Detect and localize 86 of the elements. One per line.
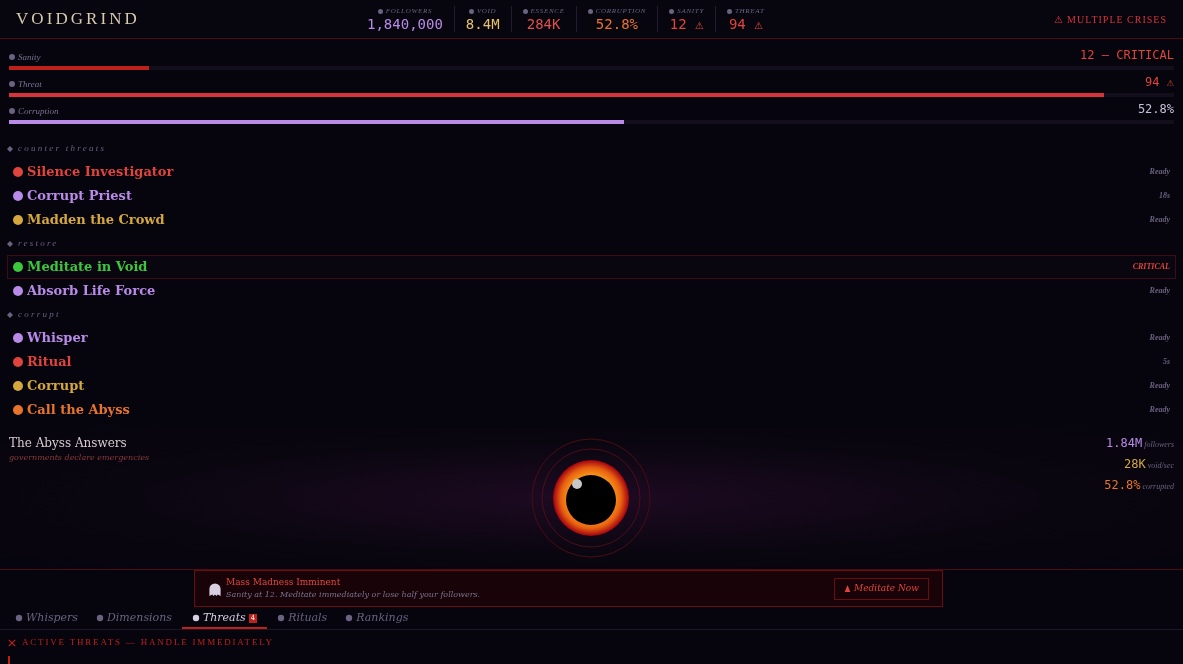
- section-title: restore: [18, 236, 59, 250]
- section-title: corrupt: [18, 307, 61, 321]
- action-name: Meditate in Void: [27, 258, 148, 277]
- abyss-stat-value: 52.8%: [1104, 477, 1141, 494]
- meter-reading: 52.8%: [1137, 101, 1174, 118]
- action-name: Silence Investigator: [27, 163, 174, 182]
- abyss-stat-value: 28K: [1124, 456, 1146, 473]
- meter-label: Threat: [18, 77, 42, 91]
- dot-icon: [669, 8, 675, 14]
- meter-reading: 12 — CRITICAL: [1080, 47, 1174, 64]
- dot-icon: [587, 8, 593, 14]
- tab-label: Rankings: [356, 609, 409, 626]
- action-status: Ready: [1149, 380, 1170, 392]
- stat-value: 284K: [526, 16, 561, 33]
- action-name: Corrupt Priest: [27, 187, 132, 206]
- dot-icon: [96, 614, 104, 622]
- notification-message: Sanity at 12. Meditate immediately or lose half your followers.: [226, 589, 481, 602]
- abyss-stat-value: 1.84M: [1106, 435, 1143, 452]
- diamond-icon: [7, 311, 13, 318]
- action-row[interactable]: Call the Abyss Ready: [7, 398, 1176, 422]
- action-status: CRITICAL: [1132, 261, 1170, 273]
- threat-marker: [8, 656, 10, 664]
- action-name: Whisper: [27, 329, 88, 348]
- app-title: VOIDGRIND: [16, 8, 141, 31]
- dot-icon: [377, 8, 383, 14]
- ghost-icon: [208, 581, 222, 596]
- tab-label: Rituals: [288, 609, 328, 626]
- tab-label: Threats: [202, 609, 246, 626]
- tab[interactable]: Whispers: [7, 609, 86, 629]
- tab[interactable]: Dimensions: [88, 609, 180, 629]
- abyss-stat-unit: corrupted: [1142, 481, 1174, 493]
- action-status: Ready: [1149, 214, 1170, 226]
- action-name: Madden the Crowd: [27, 211, 165, 230]
- action-name: Call the Abyss: [27, 401, 130, 420]
- tab[interactable]: Rituals: [269, 609, 336, 629]
- action-row[interactable]: Silence Investigator Ready: [7, 160, 1176, 184]
- abyss-stat-unit: void/sec: [1147, 460, 1174, 472]
- dot-icon: [9, 108, 15, 115]
- section-title: counter threats: [18, 141, 107, 155]
- abyss-title: The Abyss Answers: [9, 435, 128, 452]
- stat-value: 1,840,000: [367, 16, 443, 33]
- diamond-icon: [7, 240, 13, 247]
- abyss-subtitle: governments declare emergencies: [9, 452, 150, 464]
- stat-value: 8.4M: [465, 16, 500, 33]
- dot-icon: [191, 614, 200, 622]
- dot-icon: [522, 8, 528, 14]
- stat-value: 52.8%: [595, 16, 638, 33]
- stat-value: 12 ⚠: [669, 16, 704, 33]
- meter-reading: 94 ⚠: [1145, 74, 1174, 91]
- dot-icon: [727, 8, 732, 14]
- panel-heading: ACTIVE THREATS — HANDLE IMMEDIATELY: [22, 636, 274, 650]
- tab-label: Dimensions: [107, 609, 172, 626]
- dot-icon: [345, 614, 354, 622]
- meter-label: Corruption: [18, 104, 59, 118]
- action-row[interactable]: Ritual 5s: [7, 350, 1176, 374]
- notification-title: Mass Madness Imminent: [226, 575, 342, 589]
- action-status: Ready: [1149, 332, 1170, 344]
- action-name: Corrupt: [27, 377, 85, 396]
- action-status: Ready: [1149, 166, 1170, 178]
- abyss-stat-unit: followers: [1144, 439, 1174, 451]
- alert-text: ⚠ MULTIPLE CRISES: [1053, 12, 1167, 27]
- diamond-icon: [7, 145, 13, 152]
- dot-icon: [15, 614, 23, 622]
- action-row[interactable]: Absorb Life Force Ready: [7, 279, 1176, 303]
- stat-value: 94 ⚠: [728, 16, 763, 33]
- action-row[interactable]: Madden the Crowd Ready: [7, 208, 1176, 232]
- action-name: Absorb Life Force: [27, 282, 156, 301]
- tab-label: Whispers: [26, 609, 78, 626]
- action-status: 18s: [1158, 190, 1170, 202]
- meditate-button[interactable]: Meditate Now: [834, 577, 929, 600]
- action-row[interactable]: Meditate in Void CRITICAL: [7, 255, 1176, 279]
- action-row[interactable]: Corrupt Priest 18s: [7, 184, 1176, 208]
- action-status: Ready: [1149, 404, 1170, 416]
- figure-icon: [844, 585, 852, 592]
- dot-icon: [9, 81, 15, 88]
- dot-icon: [469, 8, 475, 14]
- tab[interactable]: Rankings: [337, 609, 417, 629]
- action-name: Ritual: [27, 353, 72, 372]
- dot-icon: [277, 614, 286, 622]
- action-status: 5s: [1162, 356, 1170, 368]
- dot-icon: [9, 54, 15, 61]
- action-row[interactable]: Whisper Ready: [7, 326, 1176, 350]
- action-status: Ready: [1149, 285, 1170, 297]
- meter-label: Sanity: [18, 50, 41, 64]
- action-row[interactable]: Corrupt Ready: [7, 374, 1176, 398]
- swords-icon: [8, 639, 16, 647]
